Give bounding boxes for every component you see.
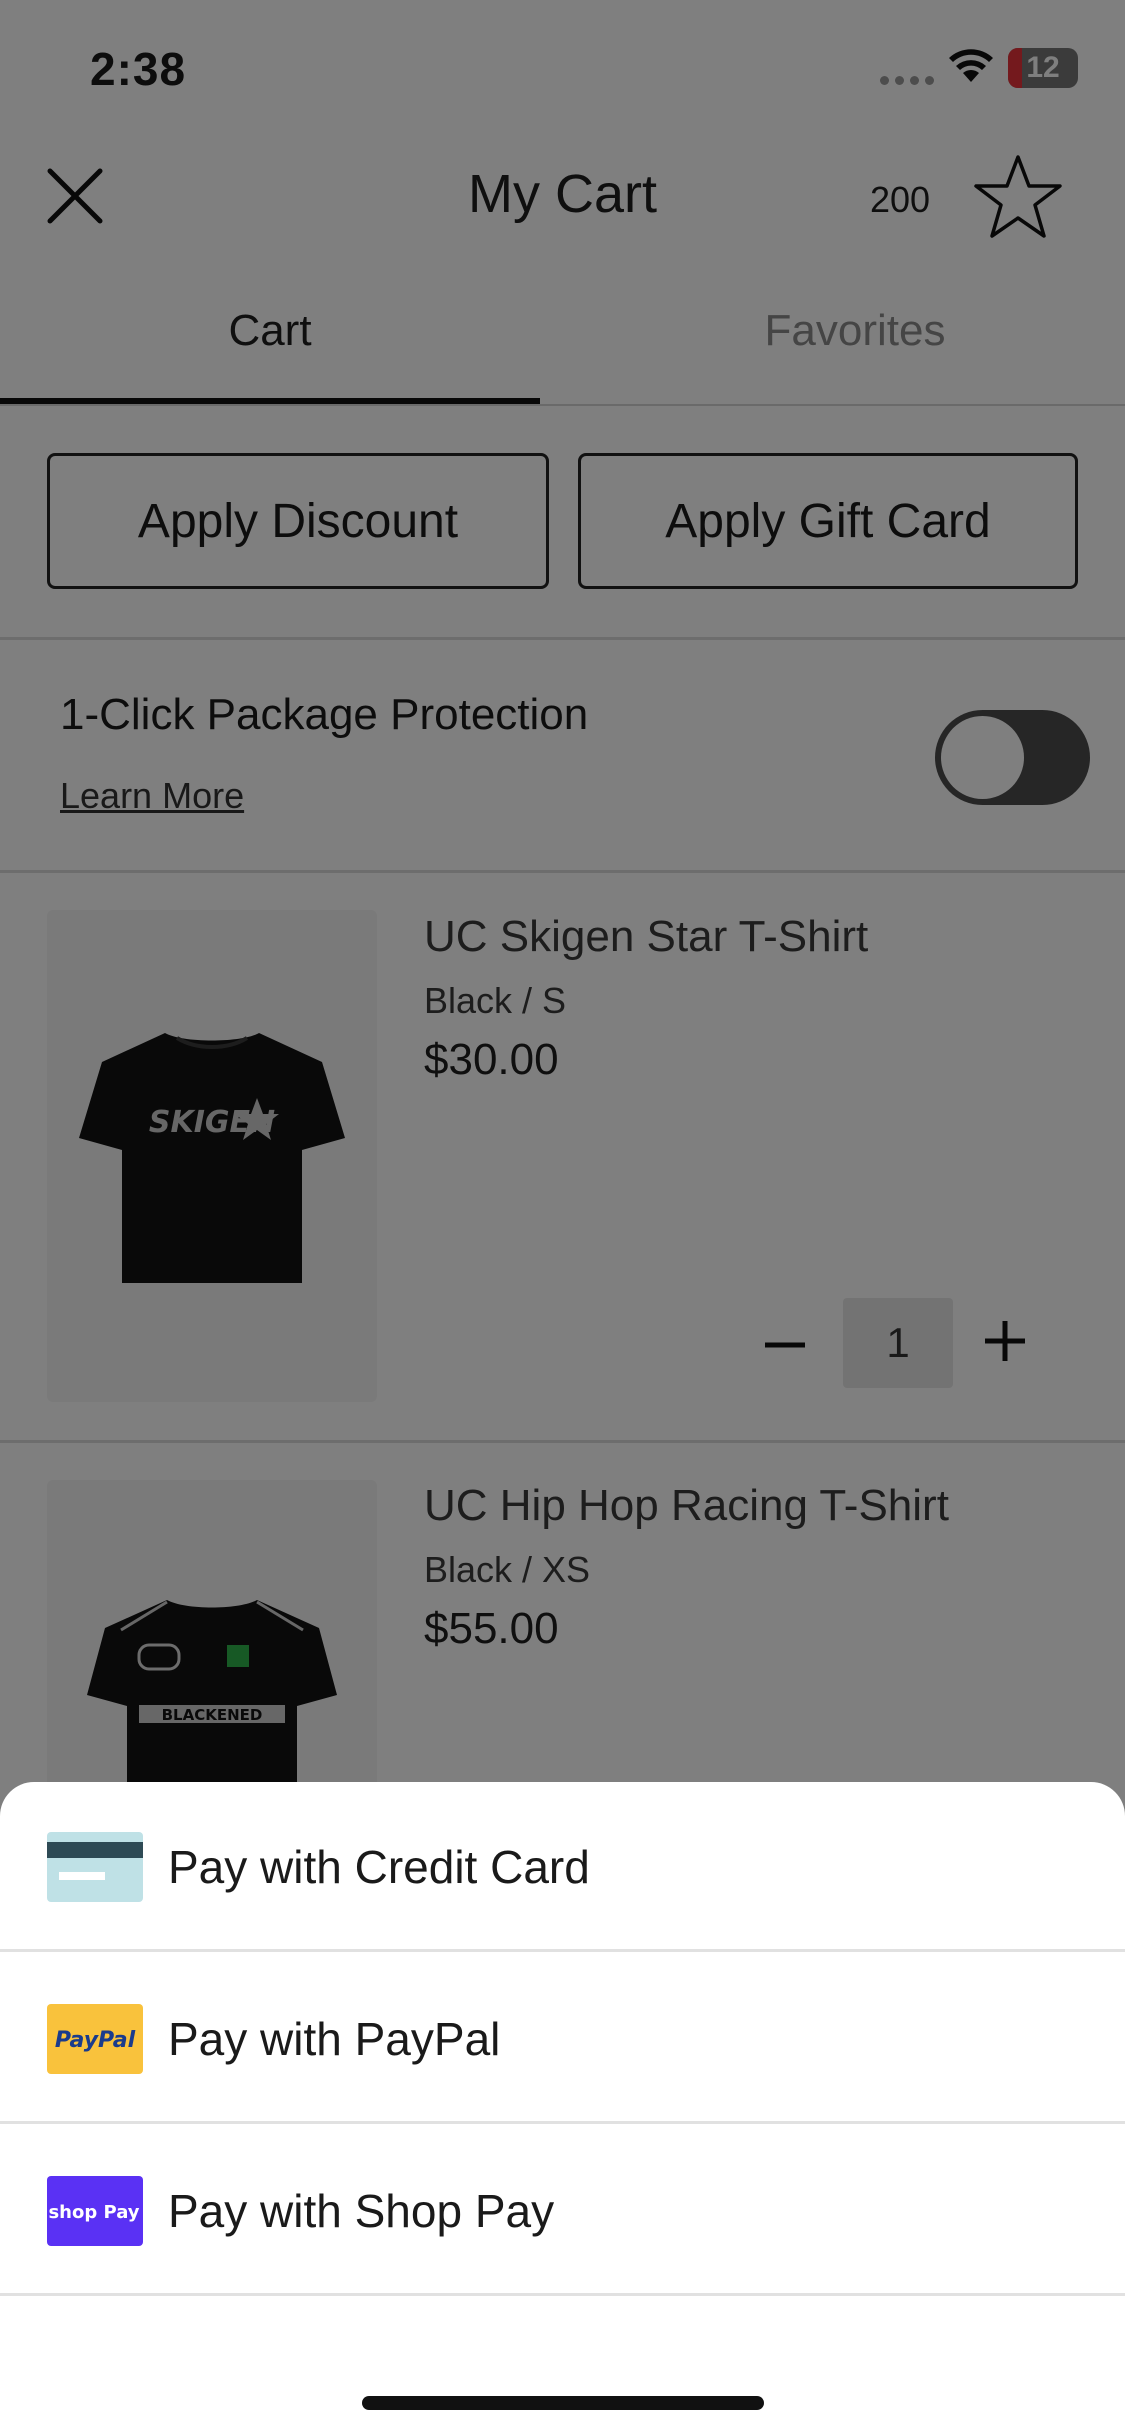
pay-with-credit-card-option[interactable]: Pay with Credit Card bbox=[0, 1782, 1125, 1952]
cart-screen: 2:38 12 My Cart 200 Cart Favorites Apply… bbox=[0, 0, 1125, 2436]
payment-options-sheet: Pay with Credit Card PayPal Pay with Pay… bbox=[0, 1782, 1125, 2436]
credit-card-icon bbox=[47, 1832, 143, 1902]
option-label: Pay with Shop Pay bbox=[168, 2185, 555, 2237]
pay-with-paypal-option[interactable]: PayPal Pay with PayPal bbox=[0, 1954, 1125, 2124]
shop-pay-logo-text: shop Pay bbox=[48, 2202, 139, 2223]
shop-pay-icon: shop Pay bbox=[47, 2176, 143, 2246]
option-label: Pay with Credit Card bbox=[168, 1841, 590, 1893]
option-label: Pay with PayPal bbox=[168, 2013, 501, 2065]
pay-with-shop-pay-option[interactable]: shop Pay Pay with Shop Pay bbox=[0, 2126, 1125, 2296]
paypal-logo-text: PayPal bbox=[55, 2028, 136, 2053]
paypal-icon: PayPal bbox=[47, 2004, 143, 2074]
home-indicator[interactable] bbox=[362, 2396, 764, 2410]
